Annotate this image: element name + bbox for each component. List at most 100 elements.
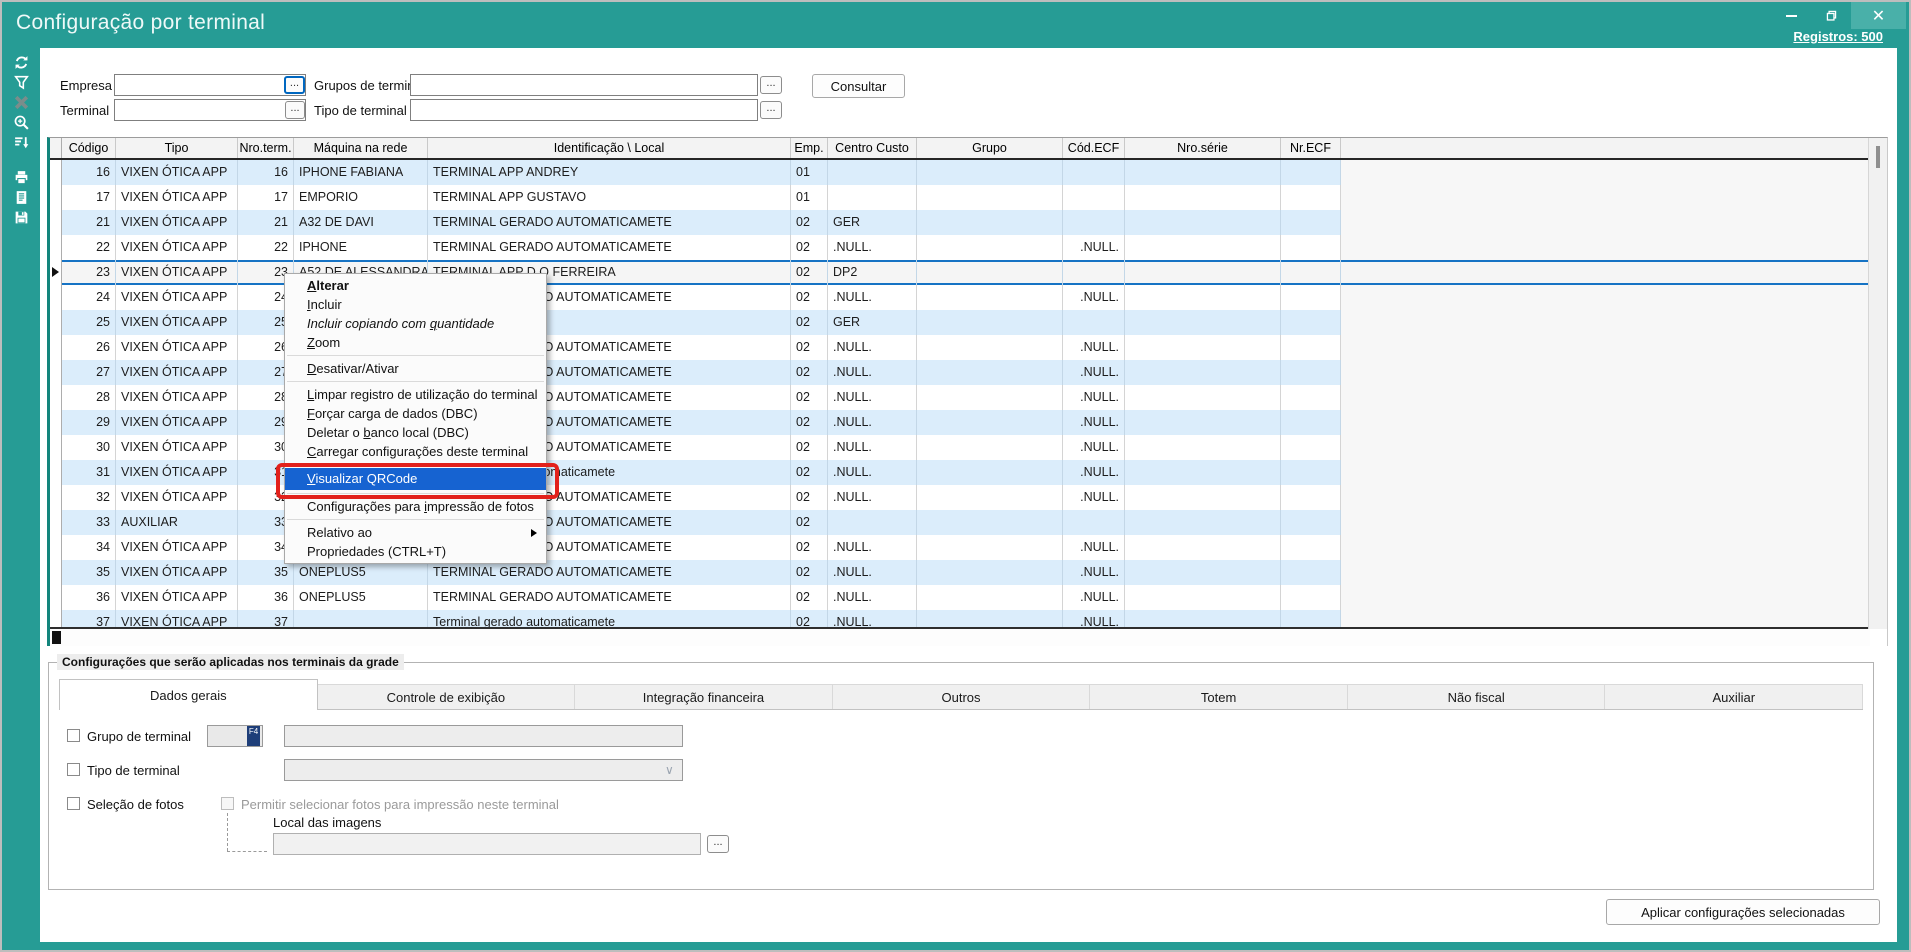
cell-nroterm: 36 bbox=[238, 585, 294, 610]
report-icon[interactable] bbox=[8, 188, 34, 207]
cell-tipo: VIXEN ÓTICA APP bbox=[116, 385, 238, 410]
tipo-terminal-browse-button[interactable]: ... bbox=[760, 101, 782, 119]
f4-lookup-badge[interactable]: F4 bbox=[247, 726, 260, 746]
column-header-codecf[interactable]: Cód.ECF bbox=[1063, 138, 1125, 158]
menu-item-alterar[interactable]: Alterar bbox=[285, 276, 546, 295]
filter-icon[interactable] bbox=[8, 73, 34, 92]
cell-codecf bbox=[1063, 510, 1125, 535]
refresh-icon[interactable] bbox=[8, 53, 34, 72]
row-filler bbox=[1341, 260, 1870, 285]
local-imagens-browse-button[interactable]: ... bbox=[707, 835, 729, 853]
table-row[interactable]: 22VIXEN ÓTICA APP22IPHONETERMINAL GERADO… bbox=[50, 235, 1870, 260]
column-header-grupo[interactable]: Grupo bbox=[917, 138, 1063, 158]
column-header-centro[interactable]: Centro Custo bbox=[828, 138, 917, 158]
menu-item-configura-es-para-impress-o-de-fotos[interactable]: Configurações para impressão de fotos bbox=[285, 497, 546, 516]
sort-icon[interactable] bbox=[8, 133, 34, 152]
column-header-tipo[interactable]: Tipo bbox=[116, 138, 238, 158]
cell-centro: .NULL. bbox=[828, 585, 917, 610]
tipo-terminal-checkbox[interactable] bbox=[67, 763, 80, 776]
row-gutter bbox=[50, 310, 62, 335]
row-filler bbox=[1341, 435, 1870, 460]
cell-nrecf bbox=[1281, 185, 1341, 210]
cell-centro: .NULL. bbox=[828, 285, 917, 310]
clear-filter-icon[interactable] bbox=[8, 93, 34, 112]
cell-nrecf bbox=[1281, 385, 1341, 410]
grupos-browse-button[interactable]: ... bbox=[760, 76, 782, 94]
restore-button[interactable] bbox=[1811, 2, 1851, 29]
column-header-codigo[interactable]: Código bbox=[62, 138, 116, 158]
tab-totem[interactable]: Totem bbox=[1090, 684, 1348, 710]
terminal-browse-button[interactable]: ... bbox=[285, 101, 305, 119]
consultar-button[interactable]: Consultar bbox=[812, 74, 905, 98]
cell-nroserie bbox=[1125, 560, 1281, 585]
menu-item-for-ar-carga-de-dados-dbc[interactable]: Forçar carga de dados (DBC) bbox=[285, 404, 546, 423]
column-header-nroserie[interactable]: Nro.série bbox=[1125, 138, 1281, 158]
cell-tipo: VIXEN ÓTICA APP bbox=[116, 585, 238, 610]
cell-grupo bbox=[917, 585, 1063, 610]
table-row[interactable]: 17VIXEN ÓTICA APP17EMPORIOTERMINAL APP G… bbox=[50, 185, 1870, 210]
menu-item-visualizar-qrcode[interactable]: Visualizar QRCode bbox=[285, 468, 546, 490]
vertical-scrollbar[interactable] bbox=[1868, 138, 1887, 629]
table-row[interactable]: 36VIXEN ÓTICA APP36ONEPLUS5TERMINAL GERA… bbox=[50, 585, 1870, 610]
tab-dados-gerais[interactable]: Dados gerais bbox=[59, 679, 318, 710]
vertical-scrollbar-thumb[interactable] bbox=[1876, 146, 1880, 168]
table-row[interactable]: 16VIXEN ÓTICA APP16IPHONE FABIANATERMINA… bbox=[50, 160, 1870, 185]
menu-item-desativar-ativar[interactable]: Desativar/Ativar bbox=[285, 359, 546, 378]
selecao-fotos-checkbox[interactable] bbox=[67, 797, 80, 810]
grupos-input[interactable] bbox=[410, 74, 758, 96]
column-header-ident[interactable]: Identificação \ Local bbox=[428, 138, 791, 158]
menu-item-zoom[interactable]: Zoom bbox=[285, 333, 546, 352]
cell-grupo bbox=[917, 560, 1063, 585]
cell-codecf: .NULL. bbox=[1063, 485, 1125, 510]
menu-separator bbox=[287, 381, 544, 382]
minimize-button[interactable] bbox=[1771, 2, 1811, 29]
grupo-terminal-checkbox[interactable] bbox=[67, 729, 80, 742]
menu-item-deletar-o-banco-local-dbc[interactable]: Deletar o banco local (DBC) bbox=[285, 423, 546, 442]
cell-codigo: 21 bbox=[62, 210, 116, 235]
apply-button[interactable]: Aplicar configurações selecionadas bbox=[1606, 899, 1880, 925]
menu-item-propriedades-ctrl-t[interactable]: Propriedades (CTRL+T) bbox=[285, 542, 546, 561]
menu-item-carregar-configura-es-deste-terminal[interactable]: Carregar configurações deste terminal bbox=[285, 442, 546, 461]
menu-item-limpar-registro-de-utiliza-o-do-terminal[interactable]: Limpar registro de utilização do termina… bbox=[285, 385, 546, 404]
column-header-emp[interactable]: Emp. bbox=[791, 138, 828, 158]
menu-item-relativo-ao[interactable]: Relativo ao bbox=[285, 523, 546, 542]
empresa-input[interactable] bbox=[114, 74, 306, 96]
tipo-terminal-combo[interactable] bbox=[284, 759, 683, 781]
table-row[interactable]: 37VIXEN ÓTICA APP37Terminal gerado autom… bbox=[50, 610, 1870, 627]
cell-grupo bbox=[917, 235, 1063, 260]
grupo-name-input[interactable] bbox=[284, 725, 683, 747]
horizontal-scrollbar[interactable] bbox=[50, 627, 1870, 646]
horizontal-scrollbar-thumb[interactable] bbox=[52, 631, 61, 644]
empresa-browse-button[interactable]: ... bbox=[284, 76, 305, 94]
cell-nrecf bbox=[1281, 335, 1341, 360]
tab-controle-de-exibi-o[interactable]: Controle de exibição bbox=[318, 684, 576, 710]
print-icon[interactable] bbox=[8, 168, 34, 187]
tipo-terminal-input[interactable] bbox=[410, 99, 758, 121]
save-icon[interactable] bbox=[8, 208, 34, 227]
grid-corner bbox=[50, 138, 62, 158]
cell-ident: TERMINAL GERADO AUTOMATICAMETE bbox=[428, 210, 791, 235]
row-filler bbox=[1341, 535, 1870, 560]
cell-maquina bbox=[294, 610, 428, 627]
column-header-nrecf[interactable]: Nr.ECF bbox=[1281, 138, 1341, 158]
terminal-input[interactable] bbox=[114, 99, 306, 121]
zoom-icon[interactable] bbox=[8, 113, 34, 132]
tab-integra-o-financeira[interactable]: Integração financeira bbox=[575, 684, 833, 710]
cell-maquina: EMPORIO bbox=[294, 185, 428, 210]
tab-outros[interactable]: Outros bbox=[833, 684, 1091, 710]
column-header-nroterm[interactable]: Nro.term. bbox=[238, 138, 294, 158]
cell-grupo bbox=[917, 285, 1063, 310]
menu-item-incluir[interactable]: Incluir bbox=[285, 295, 546, 314]
menu-item-incluir-copiando-com-quantidade[interactable]: Incluir copiando com quantidade bbox=[285, 314, 546, 333]
cell-nrecf bbox=[1281, 360, 1341, 385]
cell-emp: 02 bbox=[791, 410, 828, 435]
tab-auxiliar[interactable]: Auxiliar bbox=[1605, 684, 1863, 710]
local-imagens-input[interactable] bbox=[273, 833, 701, 855]
column-header-maquina[interactable]: Máquina na rede bbox=[294, 138, 428, 158]
tab-n-o-fiscal[interactable]: Não fiscal bbox=[1348, 684, 1606, 710]
cell-codecf: .NULL. bbox=[1063, 285, 1125, 310]
table-row[interactable]: 21VIXEN ÓTICA APP21A32 DE DAVITERMINAL G… bbox=[50, 210, 1870, 235]
close-button[interactable]: ✕ bbox=[1851, 2, 1906, 29]
row-gutter bbox=[50, 485, 62, 510]
permitir-fotos-checkbox[interactable] bbox=[221, 797, 234, 810]
